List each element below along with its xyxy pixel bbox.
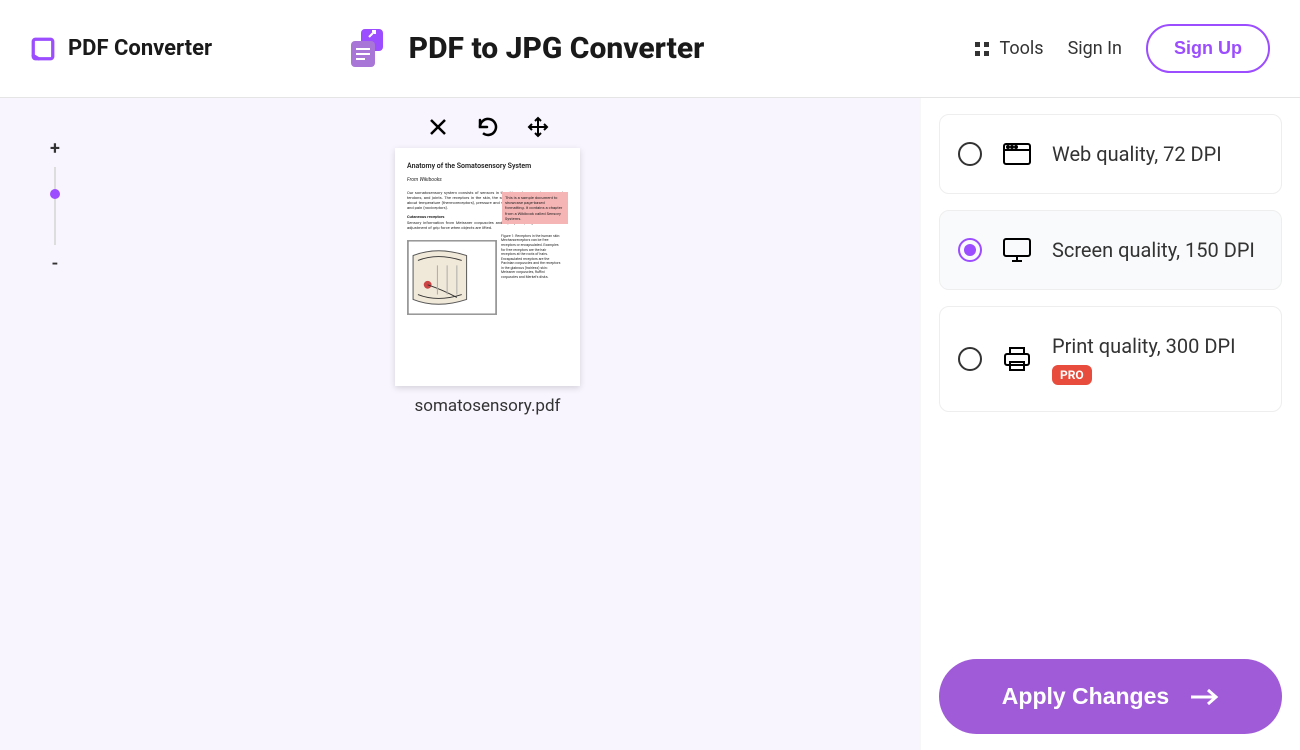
apply-bar: Apply Changes	[939, 659, 1282, 734]
brand-text: PDF Converter	[68, 36, 212, 61]
quality-option-web[interactable]: Web quality, 72 DPI	[939, 114, 1282, 194]
document-toolbar	[427, 116, 549, 138]
quality-label-screen: Screen quality, 150 DPI	[1052, 237, 1255, 263]
quality-option-screen[interactable]: Screen quality, 150 DPI	[939, 210, 1282, 290]
page-title-wrap: PDF to JPG Converter	[347, 27, 705, 71]
preview-highlight: This is a sample document to showcase pa…	[502, 192, 568, 224]
radio-web[interactable]	[958, 142, 982, 166]
brand[interactable]: PDF Converter	[30, 36, 212, 62]
header: PDF Converter PDF to JPG Converter Tools…	[0, 0, 1300, 98]
preview-caption: Figure 1: Receptors in the human skin: M…	[501, 234, 561, 315]
document-preview[interactable]: Anatomy of the Somatosensory System From…	[395, 148, 580, 386]
zoom-thumb[interactable]	[50, 189, 60, 199]
quality-label-print-wrap: Print quality, 300 DPI PRO	[1052, 333, 1236, 385]
printer-icon	[1002, 346, 1032, 372]
apply-label: Apply Changes	[1002, 683, 1169, 710]
document-filename: somatosensory.pdf	[415, 396, 561, 416]
radio-screen[interactable]	[958, 238, 982, 262]
document-wrap: Anatomy of the Somatosensory System From…	[395, 116, 580, 416]
apply-changes-button[interactable]: Apply Changes	[939, 659, 1282, 734]
tools-button[interactable]: Tools	[974, 38, 1044, 59]
preview-figure	[407, 240, 497, 315]
preview-title: Anatomy of the Somatosensory System	[407, 162, 568, 171]
main: + - Anatomy of the Somatosensory System …	[0, 98, 1300, 750]
pdf-to-jpg-icon	[347, 27, 391, 71]
signin-link[interactable]: Sign In	[1068, 38, 1122, 59]
arrow-right-icon	[1189, 688, 1219, 706]
rotate-icon[interactable]	[477, 116, 499, 138]
brand-logo-icon	[30, 36, 56, 62]
signup-button[interactable]: Sign Up	[1146, 24, 1270, 73]
zoom-in-button[interactable]: +	[50, 138, 60, 159]
radio-print[interactable]	[958, 347, 982, 371]
pro-badge: PRO	[1052, 365, 1092, 385]
page-title: PDF to JPG Converter	[409, 31, 705, 66]
zoom-out-button[interactable]: -	[52, 253, 59, 274]
quality-label-print: Print quality, 300 DPI	[1052, 333, 1236, 359]
quality-label-web: Web quality, 72 DPI	[1052, 141, 1222, 167]
sidebar: Web quality, 72 DPI Screen quality, 150 …	[920, 98, 1300, 750]
close-icon[interactable]	[427, 116, 449, 138]
zoom-control: + -	[50, 138, 60, 274]
quality-option-print[interactable]: Print quality, 300 DPI PRO	[939, 306, 1282, 412]
browser-icon	[1002, 141, 1032, 167]
canvas-area: + - Anatomy of the Somatosensory System …	[0, 98, 920, 750]
move-icon[interactable]	[527, 116, 549, 138]
tools-label: Tools	[1000, 38, 1044, 59]
nav: Tools Sign In Sign Up	[974, 24, 1271, 73]
zoom-slider[interactable]	[54, 167, 56, 245]
monitor-icon	[1002, 237, 1032, 263]
preview-subtitle: From Wikibooks	[407, 177, 568, 184]
grid-icon	[974, 41, 990, 57]
